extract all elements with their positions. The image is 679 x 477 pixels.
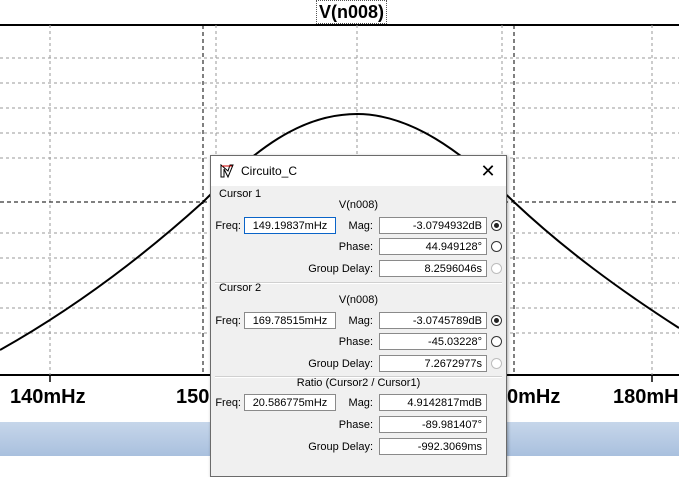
cursor1-freq-label: Freq: [215,220,241,232]
x-tick-label: 150 [176,386,210,408]
cursor1-group-delay-label: Group Delay: [308,263,373,275]
cursor2-phase-field[interactable]: -45.03228° [379,333,487,350]
dialog-title: Circuito_C [241,164,298,178]
ratio-phase-label: Phase: [338,419,373,431]
x-tick-label: 140mHz [10,386,86,408]
cursor1-phase-label: Phase: [338,241,373,253]
cursor1-mag-label: Mag: [348,220,373,232]
ratio-phase-field[interactable]: -89.981407° [379,416,487,433]
dialog-titlebar[interactable]: Circuito_C ✕ [211,156,506,186]
ratio-group-label: Ratio (Cursor2 / Cursor1) [296,377,421,389]
cursor2-group-delay-label: Group Delay: [308,358,373,370]
cursor2-group-label: Cursor 2 [219,282,262,294]
cursor1-phase-radio[interactable] [491,241,502,252]
cursor-dialog: Circuito_C ✕ Cursor 1 V(n008) Freq: 149.… [210,155,507,477]
cursor1-group-delay-radio[interactable] [491,263,502,274]
cursor1-phase-field[interactable]: 44.949128° [379,238,487,255]
cursor1-mag-radio[interactable] [491,220,502,231]
cursor2-mag-field[interactable]: -3.0745789dB [379,312,487,329]
cursor2-mag-label: Mag: [348,315,373,327]
ltspice-logo-icon [220,163,234,179]
cursor2-freq-field[interactable]: 169.78515mHz [244,312,336,329]
x-tick-label: 180mH [613,386,679,408]
cursor1-trace-name: V(n008) [338,199,379,211]
cursor2-group-delay-field[interactable]: 7.2672977s [379,355,487,372]
ratio-group-delay-field[interactable]: -992.3069ms [379,438,487,455]
cursor1-freq-field[interactable]: 149.19837mHz [244,217,336,234]
cursor2-trace-name: V(n008) [338,294,379,306]
cursor2-phase-radio[interactable] [491,336,502,347]
x-tick-label: 0mHz [507,386,561,408]
cursor1-mag-field[interactable]: -3.0794932dB [379,217,487,234]
cursor1-group-delay-field[interactable]: 8.2596046s [379,260,487,277]
ratio-group-delay-label: Group Delay: [308,441,373,453]
ratio-mag-field[interactable]: 4.9142817mdB [379,394,487,411]
cursor2-group-delay-radio[interactable] [491,358,502,369]
cursor2-mag-radio[interactable] [491,315,502,326]
cursor2-phase-label: Phase: [338,336,373,348]
ratio-mag-label: Mag: [348,397,373,409]
ratio-freq-label: Freq: [215,397,241,409]
close-icon[interactable]: ✕ [476,160,500,182]
cursor2-freq-label: Freq: [215,315,241,327]
trace-title[interactable]: V(n008) [316,0,388,24]
ratio-freq-field[interactable]: 20.586775mHz [244,394,336,411]
